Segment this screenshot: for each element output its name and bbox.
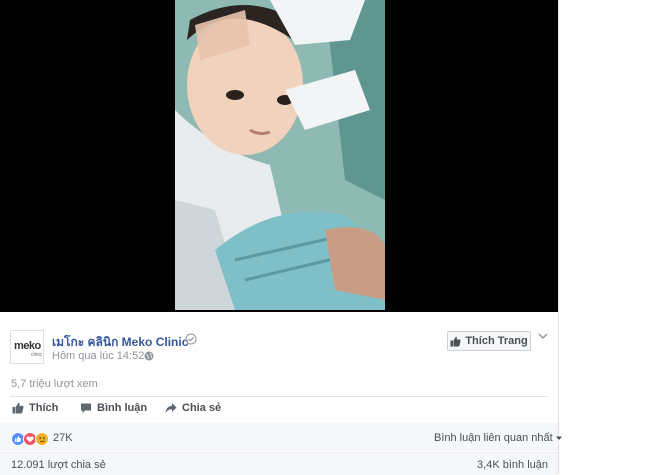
post-stats: 12.091 lượt chia sẻ 3,4K bình luận — [0, 452, 558, 475]
view-count: 5,7 triệu lượt xem — [11, 378, 98, 390]
verified-check-icon — [185, 333, 197, 345]
caret-down-icon — [555, 436, 562, 440]
like-page-button[interactable]: Thích Trang — [447, 331, 531, 351]
facebook-post: meko clinic เมโกะ คลินิก Meko Clinic Hôm… — [0, 0, 562, 475]
sad-icon — [35, 432, 49, 446]
share-button[interactable]: Chia sẻ — [165, 402, 221, 414]
reactions-bar: 27K Bình luận liên quan nhất — [0, 423, 562, 451]
like-label: Thích — [29, 402, 59, 414]
thumbs-up-icon — [12, 402, 24, 414]
reaction-icons[interactable] — [11, 432, 49, 446]
share-label: Chia sẻ — [182, 402, 222, 414]
post-action-bar: Thích Bình luận Chia sẻ — [10, 396, 548, 424]
comment-button[interactable]: Bình luận — [80, 402, 147, 414]
chevron-down-icon[interactable] — [538, 332, 548, 340]
reaction-count[interactable]: 27K — [53, 432, 73, 444]
share-icon — [165, 403, 177, 413]
page-avatar[interactable]: meko clinic — [10, 330, 44, 364]
post-header: meko clinic เมโกะ คลินิก Meko Clinic Hôm… — [10, 330, 550, 366]
like-page-label: Thích Trang — [465, 335, 528, 347]
comment-label: Bình luận — [97, 402, 148, 414]
logo-text: meko — [14, 340, 41, 352]
comment-icon — [81, 403, 91, 413]
post-timestamp[interactable]: Hôm qua lúc 14:52 — [52, 350, 144, 362]
comment-sort-dropdown[interactable]: Bình luận liên quan nhất — [434, 432, 562, 444]
like-button[interactable]: Thích — [12, 402, 58, 414]
thumbs-up-icon — [450, 336, 461, 346]
globe-icon — [144, 351, 154, 361]
share-count[interactable]: 12.091 lượt chia sẻ — [11, 459, 106, 471]
video-player[interactable] — [0, 0, 558, 312]
video-frame[interactable] — [175, 0, 385, 310]
comment-sort-label: Bình luận liên quan nhất — [434, 432, 553, 444]
comment-count[interactable]: 3,4K bình luận — [477, 459, 548, 471]
logo-subtext: clinic — [31, 352, 43, 358]
